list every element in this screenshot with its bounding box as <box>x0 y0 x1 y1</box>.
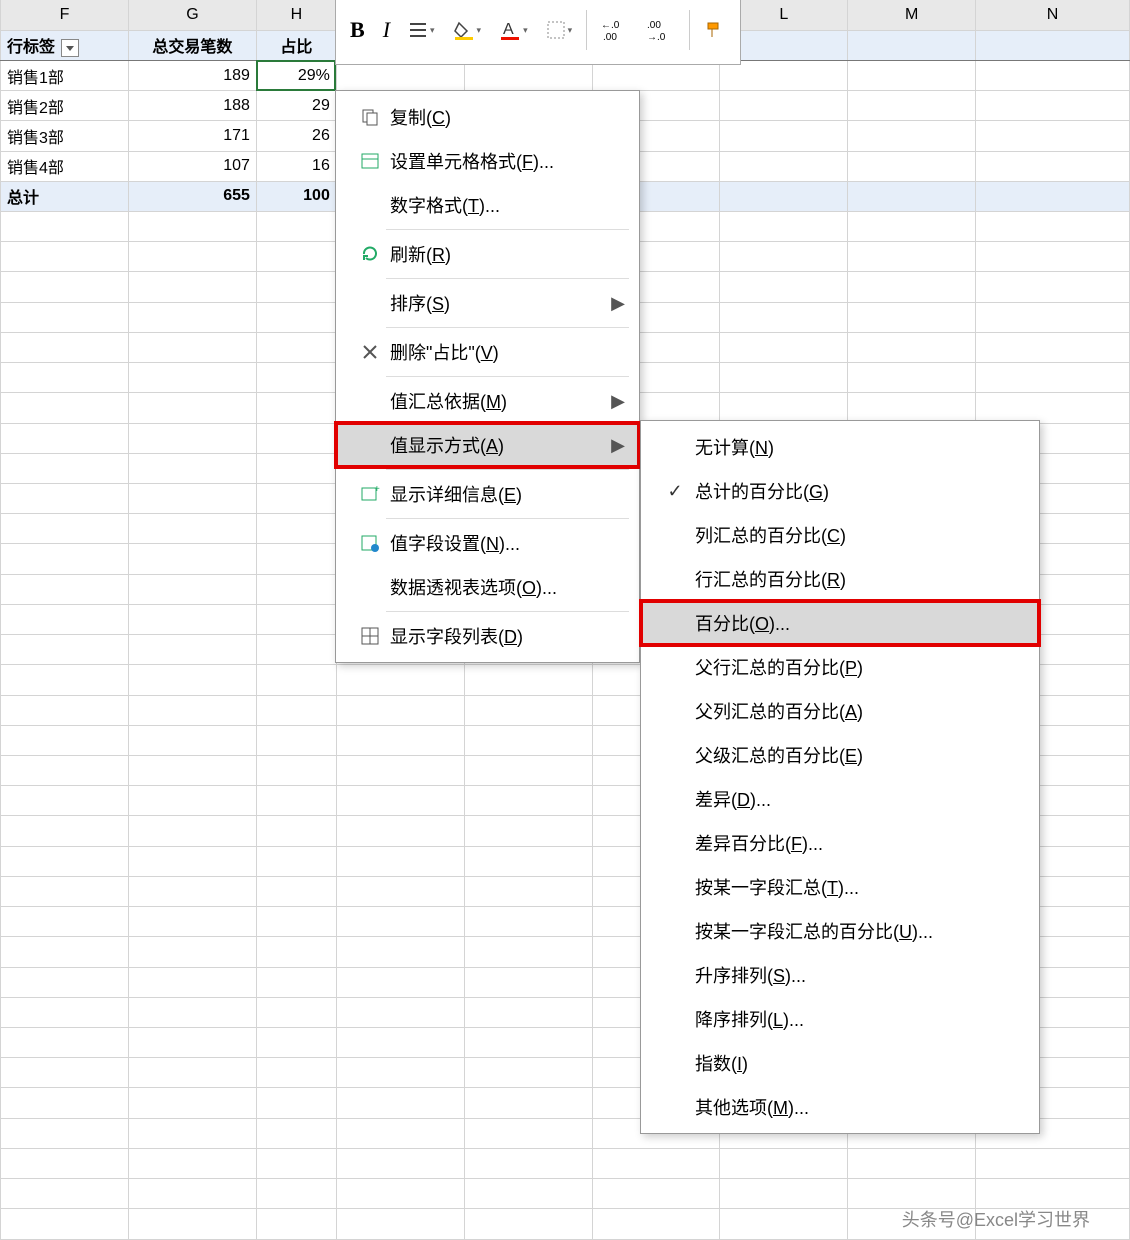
decrease-decimal-icon: .00→.0 <box>647 18 675 42</box>
submenu-arrow-icon: ▶ <box>611 435 625 456</box>
fill-color-button[interactable]: ▾ <box>449 15 486 45</box>
menu-refresh[interactable]: 刷新(R) <box>336 232 639 276</box>
fmt-icon <box>350 151 390 171</box>
menu-format-cells[interactable]: 设置单元格格式(F)... <box>336 139 639 183</box>
selected-cell[interactable]: 29% <box>256 60 336 90</box>
col-F[interactable]: F <box>1 0 129 30</box>
field-icon <box>350 533 390 553</box>
submenu-index[interactable]: 指数(I) <box>641 1041 1039 1085</box>
bucket-icon <box>453 19 475 41</box>
align-button[interactable]: ▾ <box>404 17 439 43</box>
col-M[interactable]: M <box>848 0 976 30</box>
svg-text:→.0: →.0 <box>647 32 666 42</box>
pivot-col-count: 总交易笔数 <box>128 30 256 60</box>
svg-text:.00: .00 <box>603 32 617 42</box>
watermark: 头条号@Excel学习世界 <box>902 1206 1090 1232</box>
col-H[interactable]: H <box>256 0 336 30</box>
svg-text:A: A <box>503 21 514 38</box>
border-button[interactable]: ▾ <box>542 16 577 44</box>
menu-copy[interactable]: 复制(C) <box>336 95 639 139</box>
bold-button[interactable]: B <box>346 13 369 47</box>
submenu-prow[interactable]: 父行汇总的百分比(P) <box>641 645 1039 689</box>
menu-field[interactable]: 值字段设置(N)... <box>336 521 639 565</box>
submenu-pcol[interactable]: 父列汇总的百分比(A) <box>641 689 1039 733</box>
submenu-rankdesc[interactable]: 降序排列(L)... <box>641 997 1039 1041</box>
separator <box>586 10 587 50</box>
increase-decimal-button[interactable]: ←.0.00 <box>597 14 633 46</box>
submenu-arrow-icon: ▶ <box>611 391 625 412</box>
menu-details[interactable]: +显示详细信息(E) <box>336 472 639 516</box>
menu-fieldlist[interactable]: 显示字段列表(D) <box>336 614 639 658</box>
submenu-arrow-icon: ▶ <box>611 293 625 314</box>
format-painter-button[interactable] <box>700 15 730 45</box>
submenu-diffp[interactable]: 差异百分比(F)... <box>641 821 1039 865</box>
decrease-decimal-button[interactable]: .00→.0 <box>643 14 679 46</box>
menu-options[interactable]: 数据透视表选项(O)... <box>336 565 639 609</box>
col-N[interactable]: N <box>976 0 1130 30</box>
submenu-runningp[interactable]: 按某一字段汇总的百分比(U)... <box>641 909 1039 953</box>
border-icon <box>546 20 566 40</box>
context-menu: 复制(C)设置单元格格式(F)...数字格式(T)... 刷新(R) 排序(S)▶ 删… <box>335 90 640 663</box>
mini-toolbar: B I ▾ ▾ A▾ ▾ ←.0.00 .00→.0 <box>335 0 741 65</box>
pivot-row-label: 行标签 <box>7 39 55 56</box>
filter-dropdown-icon[interactable] <box>61 39 79 57</box>
menu-remove[interactable]: 删除"占比"(V) <box>336 330 639 374</box>
separator <box>689 10 690 50</box>
check-icon: ✓ <box>655 481 695 502</box>
increase-decimal-icon: ←.0.00 <box>601 18 629 42</box>
menu-number-format[interactable]: 数字格式(T)... <box>336 183 639 227</box>
submenu-show-values-as: 无计算(N)✓总计的百分比(G)列汇总的百分比(C)行汇总的百分比(R)百分比(… <box>640 420 1040 1134</box>
copy-icon <box>350 107 390 127</box>
svg-text:.00: .00 <box>647 20 661 31</box>
refresh-icon <box>350 244 390 264</box>
submenu-plvl[interactable]: 父级汇总的百分比(E) <box>641 733 1039 777</box>
submenu-diff[interactable]: 差异(D)... <box>641 777 1039 821</box>
submenu-col[interactable]: 列汇总的百分比(C) <box>641 513 1039 557</box>
submenu-pct[interactable]: 百分比(O)... <box>641 601 1039 645</box>
pivot-col-pct: 占比 <box>256 30 336 60</box>
submenu-rankasc[interactable]: 升序排列(S)... <box>641 953 1039 997</box>
list-icon <box>350 626 390 646</box>
submenu-none[interactable]: 无计算(N) <box>641 425 1039 469</box>
details-icon: + <box>350 484 390 504</box>
brush-icon <box>704 19 726 41</box>
italic-button[interactable]: I <box>379 13 394 47</box>
submenu-other[interactable]: 其他选项(M)... <box>641 1085 1039 1129</box>
font-color-icon: A <box>499 19 521 41</box>
menu-sort[interactable]: 排序(S)▶ <box>336 281 639 325</box>
submenu-grand[interactable]: ✓总计的百分比(G) <box>641 469 1039 513</box>
svg-text:←.0: ←.0 <box>601 20 620 31</box>
menu-showas[interactable]: 值显示方式(A)▶ <box>336 423 639 467</box>
menu-summarize[interactable]: 值汇总依据(M)▶ <box>336 379 639 423</box>
align-icon <box>408 21 428 39</box>
svg-text:+: + <box>374 484 380 495</box>
submenu-running[interactable]: 按某一字段汇总(T)... <box>641 865 1039 909</box>
x-icon <box>350 342 390 362</box>
font-color-button[interactable]: A▾ <box>495 15 532 45</box>
submenu-row[interactable]: 行汇总的百分比(R) <box>641 557 1039 601</box>
col-G[interactable]: G <box>128 0 256 30</box>
